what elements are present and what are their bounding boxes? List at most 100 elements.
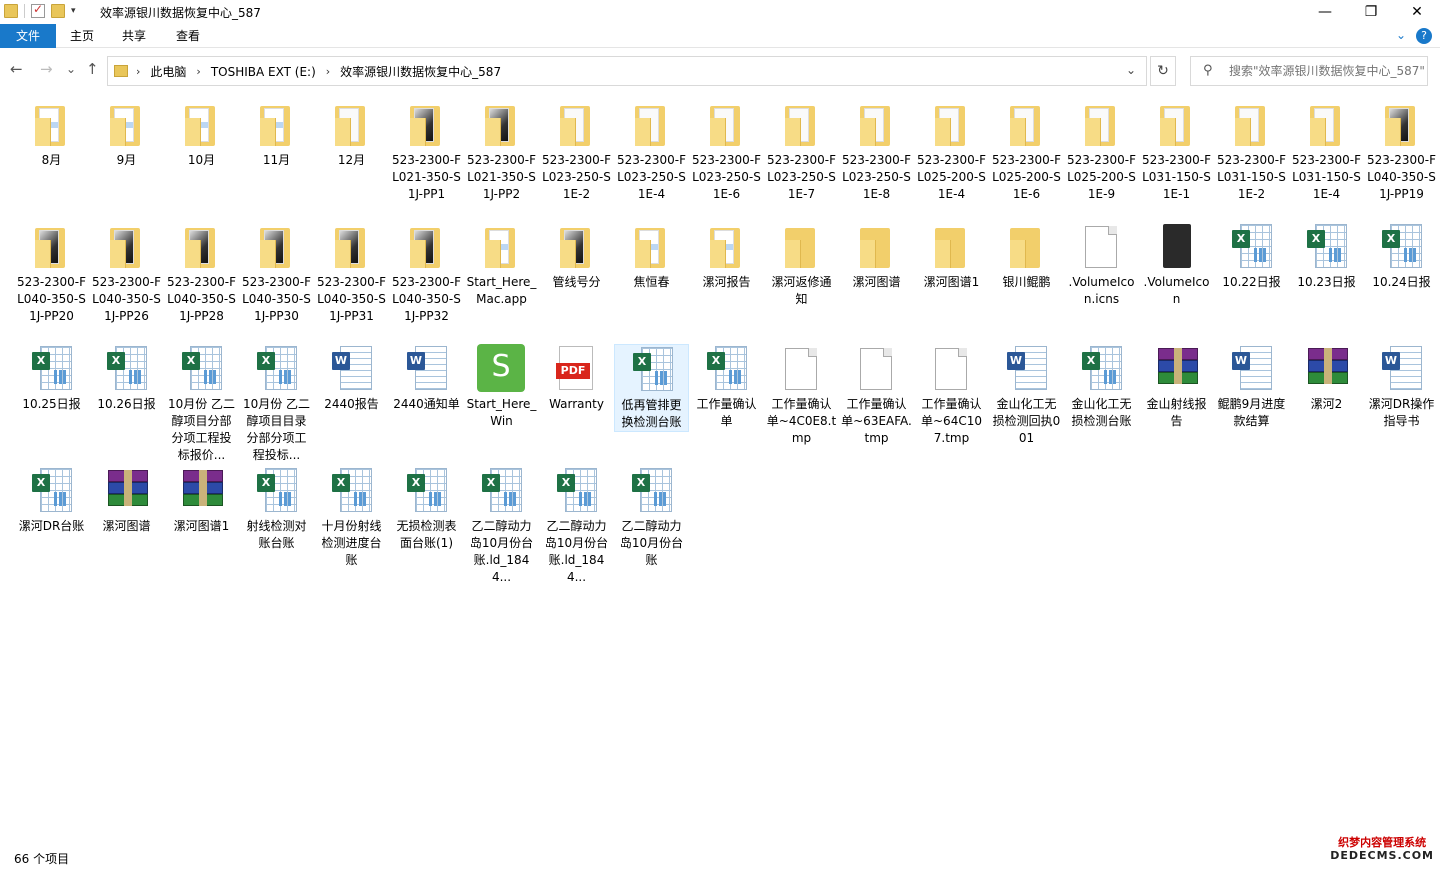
file-item[interactable]: 523-2300-FL031-150-S1E-4 [1289, 100, 1364, 203]
file-item[interactable]: 漯河返修通知 [764, 222, 839, 308]
file-item[interactable]: 工作量确认单~64C107.tmp [914, 344, 989, 447]
file-item[interactable]: 523-2300-FL023-250-S1E-7 [764, 100, 839, 203]
file-item[interactable]: X 金山化工无损检测台账 [1064, 344, 1139, 430]
file-item[interactable]: 漯河报告 [689, 222, 764, 291]
file-item[interactable]: X 10.25日报 [14, 344, 89, 413]
file-item[interactable]: X 乙二醇动力岛10月份台账 [614, 466, 689, 569]
excel-icon: X [107, 346, 147, 390]
up-button[interactable]: ↑ [86, 60, 99, 78]
file-item[interactable]: X 10.22日报 [1214, 222, 1289, 291]
file-item[interactable]: 金山射线报告 [1139, 344, 1214, 430]
file-item[interactable]: 523-2300-FL021-350-S1J-PP1 [389, 100, 464, 203]
file-item[interactable]: PDF Warranty [539, 344, 614, 413]
file-item[interactable]: 523-2300-FL021-350-S1J-PP2 [464, 100, 539, 203]
crumb-separator[interactable]: › [196, 65, 200, 78]
file-item[interactable]: X 乙二醇动力岛10月份台账.ld_1844... [539, 466, 614, 586]
forward-button[interactable]: → [40, 60, 53, 78]
file-item[interactable]: Start_Here_Mac.app [464, 222, 539, 308]
back-button[interactable]: ← [10, 60, 23, 78]
file-item[interactable]: 523-2300-FL023-250-S1E-4 [614, 100, 689, 203]
file-item[interactable]: X 10月份 乙二醇项目分部分项工程投标报价... [164, 344, 239, 464]
file-item[interactable]: 523-2300-FL023-250-S1E-2 [539, 100, 614, 203]
close-button[interactable]: ✕ [1394, 0, 1440, 24]
file-item[interactable]: 523-2300-FL040-350-S1J-PP26 [89, 222, 164, 325]
file-item[interactable]: 523-2300-FL031-150-S1E-1 [1139, 100, 1214, 203]
maximize-button[interactable]: ❐ [1348, 0, 1394, 24]
file-item[interactable]: X 低再管排更换检测台账 [614, 344, 689, 432]
file-item[interactable]: 523-2300-FL025-200-S1E-6 [989, 100, 1064, 203]
file-item[interactable]: 漯河图谱 [89, 466, 164, 535]
folder-icon [260, 228, 290, 268]
file-item[interactable]: 工作量确认单~4C0E8.tmp [764, 344, 839, 447]
file-item[interactable]: 漯河2 [1289, 344, 1364, 413]
file-item[interactable]: 9月 [89, 100, 164, 169]
help-icon[interactable]: ? [1416, 28, 1432, 44]
file-item[interactable]: 523-2300-FL040-350-S1J-PP31 [314, 222, 389, 325]
file-item[interactable]: X 10.26日报 [89, 344, 164, 413]
properties-icon[interactable] [31, 2, 45, 18]
recent-locations-button[interactable]: ⌄ [66, 62, 76, 76]
tab-file[interactable]: 文件 [0, 24, 56, 48]
minimize-button[interactable]: — [1302, 0, 1348, 24]
file-item[interactable]: 523-2300-FL023-250-S1E-6 [689, 100, 764, 203]
file-item[interactable]: 523-2300-FL023-250-S1E-8 [839, 100, 914, 203]
tab-share[interactable]: 共享 [114, 24, 154, 48]
file-item[interactable]: 523-2300-FL040-350-S1J-PP28 [164, 222, 239, 325]
search-input[interactable] [1229, 62, 1424, 80]
file-item[interactable]: 12月 [314, 100, 389, 169]
file-item[interactable]: 银川鲲鹏 [989, 222, 1064, 291]
breadcrumb-drive[interactable]: TOSHIBA EXT (E:) [211, 65, 316, 79]
archive-icon [1308, 348, 1348, 386]
file-item[interactable]: W 鲲鹏9月进度款结算 [1214, 344, 1289, 430]
chevron-down-icon[interactable]: ▾ [71, 6, 76, 16]
breadcrumb-current-folder[interactable]: 效率源银川数据恢复中心_587 [340, 63, 501, 80]
tab-home[interactable]: 主页 [62, 24, 102, 48]
file-item[interactable]: 523-2300-FL025-200-S1E-9 [1064, 100, 1139, 203]
file-item[interactable]: 523-2300-FL040-350-S1J-PP32 [389, 222, 464, 325]
file-item-label: 漯河图谱1 [923, 275, 980, 289]
address-bar[interactable]: › 此电脑 › TOSHIBA EXT (E:) › 效率源银川数据恢复中心_5… [107, 56, 1147, 86]
word-icon: W [1007, 346, 1047, 390]
folder-icon [935, 228, 965, 268]
file-item[interactable]: 漯河图谱1 [914, 222, 989, 291]
new-folder-icon[interactable] [51, 4, 65, 18]
file-item[interactable]: X 无损检测表面台账(1) [389, 466, 464, 552]
file-item[interactable]: X 漯河DR台账 [14, 466, 89, 535]
file-item[interactable]: .VolumeIcon.icns [1064, 222, 1139, 308]
file-item[interactable]: 漯河图谱 [839, 222, 914, 291]
file-item[interactable]: X 10.24日报 [1364, 222, 1439, 291]
file-item[interactable]: S Start_Here_Win [464, 344, 539, 430]
file-item[interactable]: X 乙二醇动力岛10月份台账.ld_1844... [464, 466, 539, 586]
file-item[interactable]: 8月 [14, 100, 89, 169]
breadcrumb-this-pc[interactable]: 此电脑 [150, 63, 186, 80]
file-item[interactable]: W 金山化工无损检测回执001 [989, 344, 1064, 447]
file-item[interactable]: 523-2300-FL025-200-S1E-4 [914, 100, 989, 203]
file-item[interactable]: W 2440通知单 [389, 344, 464, 413]
file-item[interactable]: 焦恒春 [614, 222, 689, 291]
file-item-label: 管线号分 [552, 275, 601, 289]
file-item[interactable]: 523-2300-FL040-350-S1J-PP30 [239, 222, 314, 325]
file-item[interactable]: .VolumeIcon [1139, 222, 1214, 308]
file-item[interactable]: 523-2300-FL040-350-S1J-PP20 [14, 222, 89, 325]
expand-ribbon-icon[interactable]: ⌄ [1396, 28, 1406, 44]
file-item[interactable]: 523-2300-FL031-150-S1E-2 [1214, 100, 1289, 203]
address-dropdown-icon[interactable]: ⌄ [1126, 63, 1136, 77]
tab-view[interactable]: 查看 [168, 24, 208, 48]
file-item[interactable]: 10月 [164, 100, 239, 169]
file-item[interactable]: X 10月份 乙二醇项目目录分部分项工程投标... [239, 344, 314, 464]
file-item[interactable]: X 射线检测对账台账 [239, 466, 314, 552]
file-item[interactable]: X 10.23日报 [1289, 222, 1364, 291]
crumb-separator[interactable]: › [136, 65, 140, 78]
crumb-separator[interactable]: › [326, 65, 330, 78]
refresh-button[interactable]: ↻ [1150, 56, 1176, 86]
search-box[interactable]: ⚲ [1190, 56, 1428, 86]
file-item[interactable]: X 工作量确认单 [689, 344, 764, 430]
file-item[interactable]: 11月 [239, 100, 314, 169]
file-item[interactable]: 工作量确认单~63EAFA.tmp [839, 344, 914, 447]
file-item[interactable]: W 漯河DR操作指导书 [1364, 344, 1439, 430]
file-item[interactable]: 漯河图谱1 [164, 466, 239, 535]
file-item[interactable]: 管线号分 [539, 222, 614, 291]
file-item[interactable]: X 十月份射线检测进度台账 [314, 466, 389, 569]
file-item[interactable]: W 2440报告 [314, 344, 389, 413]
file-item[interactable]: 523-2300-FL040-350-S1J-PP19 [1364, 100, 1439, 203]
